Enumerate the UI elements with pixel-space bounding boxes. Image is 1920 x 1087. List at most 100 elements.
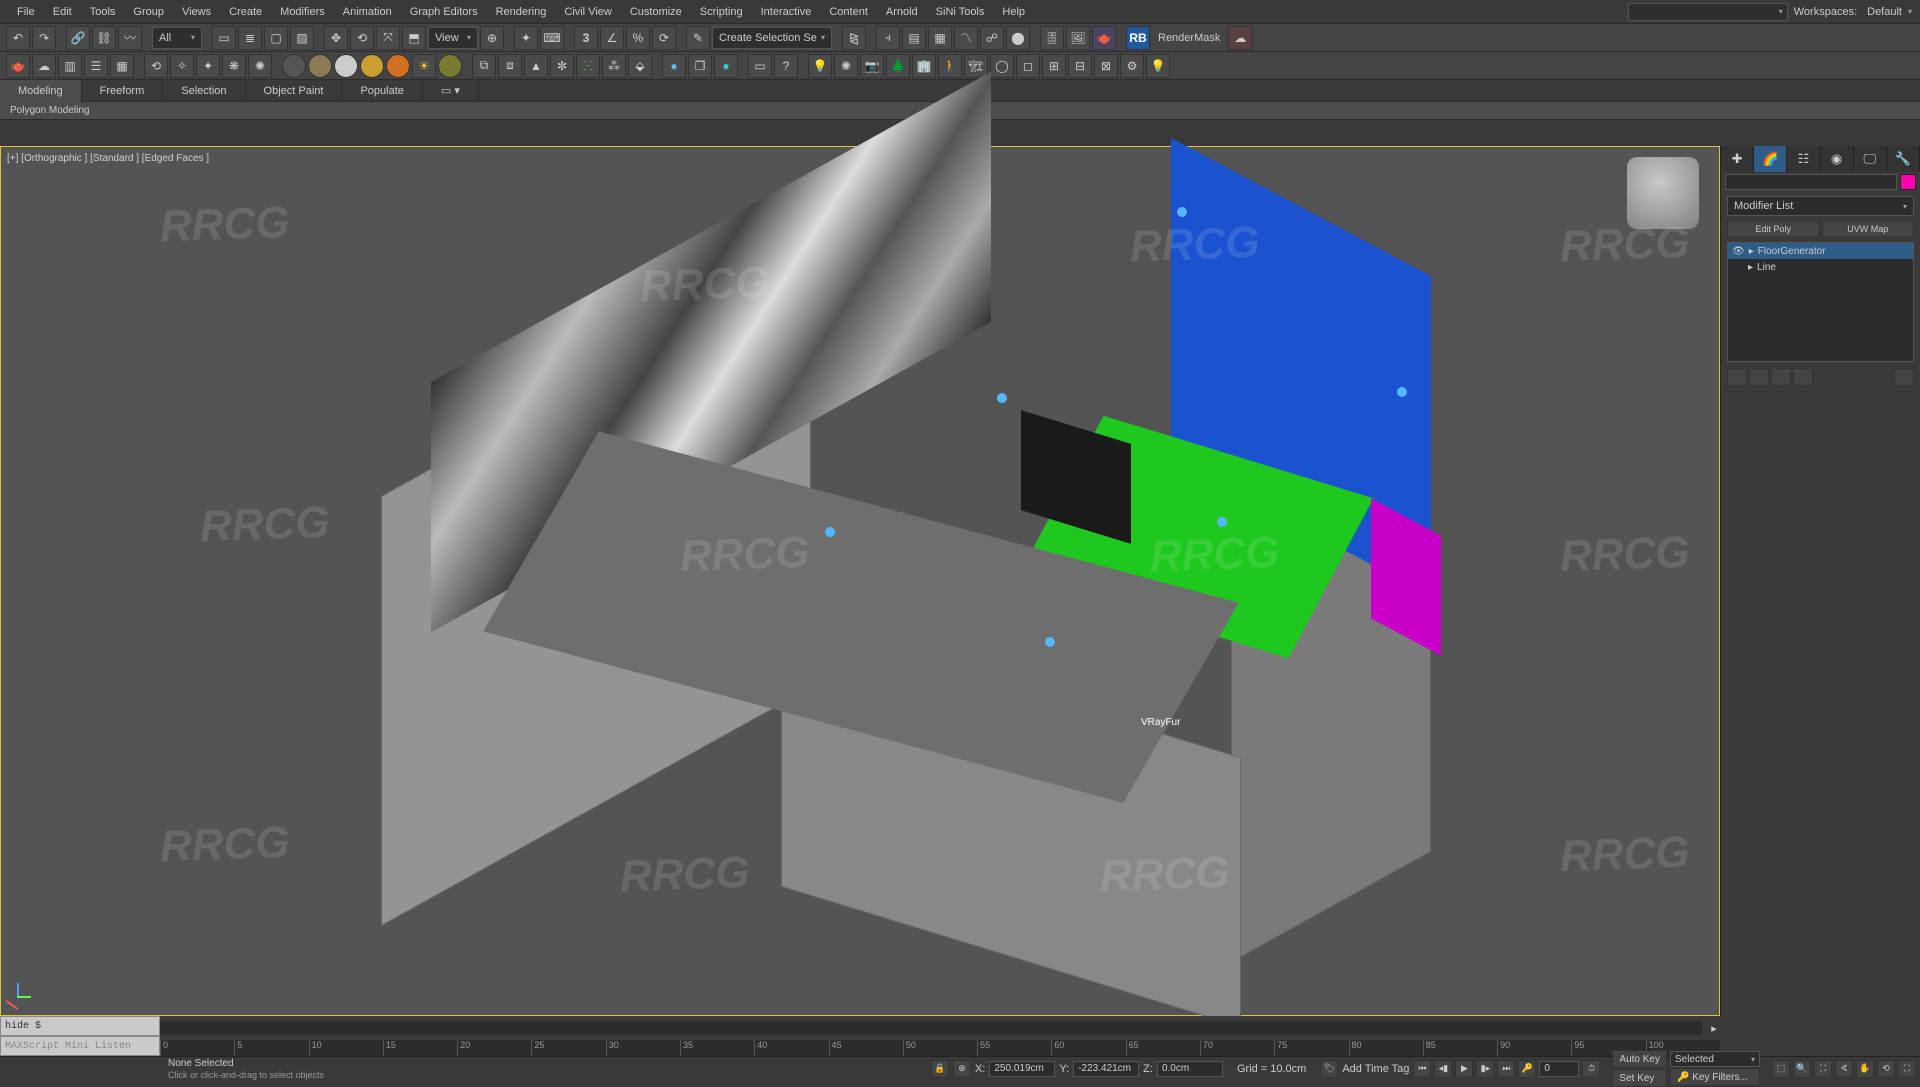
panel-icon[interactable]: ▥ <box>58 54 82 78</box>
isolate-icon[interactable]: ⬚ <box>1772 1060 1790 1078</box>
manipulate-button[interactable]: ✦ <box>514 26 538 50</box>
grid2-icon[interactable]: ⊠ <box>1094 54 1118 78</box>
tool-icon-8[interactable]: ⚙ <box>1120 54 1144 78</box>
tool-icon-2[interactable]: ✧ <box>170 54 194 78</box>
setkey-button[interactable]: Set Key <box>1612 1069 1667 1087</box>
redo-button[interactable]: ↷ <box>32 26 56 50</box>
render-button[interactable]: 🫖 <box>1092 26 1116 50</box>
help-icon[interactable]: ? <box>774 54 798 78</box>
render-mask-label[interactable]: RenderMask <box>1152 32 1226 44</box>
edit-named-sel-button[interactable]: ✎ <box>686 26 710 50</box>
ribbon-tab-populate[interactable]: Populate <box>342 80 422 102</box>
menu-graph-editors[interactable]: Graph Editors <box>401 1 487 23</box>
eye-icon[interactable]: 👁 <box>1732 246 1745 257</box>
tool-icon-5[interactable]: ✺ <box>248 54 272 78</box>
sphere-grey-icon[interactable] <box>282 54 306 78</box>
hierarchy-tab-icon[interactable]: ☷ <box>1787 146 1820 172</box>
sun-icon[interactable]: ☀ <box>412 54 436 78</box>
tool-icon-4[interactable]: ❋ <box>222 54 246 78</box>
light-icon[interactable]: 💡 <box>808 54 832 78</box>
menu-customize[interactable]: Customize <box>621 1 691 23</box>
show-end-result-icon[interactable] <box>1749 368 1769 386</box>
light2-icon[interactable]: ✺ <box>834 54 858 78</box>
object-color-swatch[interactable] <box>1900 174 1916 190</box>
orbit-icon[interactable]: ⟲ <box>1877 1060 1895 1078</box>
window-crossing-button[interactable]: ▨ <box>290 26 314 50</box>
menu-scripting[interactable]: Scripting <box>691 1 752 23</box>
camera-icon[interactable]: 📷 <box>860 54 884 78</box>
named-sel-dropdown[interactable]: Create Selection Se▾ <box>712 27 832 49</box>
key-filters-button[interactable]: 🔑 Key Filters... <box>1670 1068 1760 1086</box>
select-rect-button[interactable]: ▢ <box>264 26 288 50</box>
pan-icon[interactable]: ✋ <box>1856 1060 1874 1078</box>
spray-icon[interactable]: ✼ <box>550 54 574 78</box>
keyboard-shortcut-button[interactable]: ⌨ <box>540 26 564 50</box>
copy-icon[interactable]: ❐ <box>688 54 712 78</box>
tool-icon-6[interactable]: ⬙ <box>628 54 652 78</box>
structure-icon[interactable]: 🏗 <box>964 54 988 78</box>
sphere-tan-icon[interactable] <box>308 54 332 78</box>
utilities-tab-icon[interactable]: 🔧 <box>1887 146 1920 172</box>
select-object-button[interactable]: ▭ <box>212 26 236 50</box>
workspaces-value[interactable]: Default <box>1867 6 1902 18</box>
modify-tab-icon[interactable]: 🌈 <box>1754 146 1787 172</box>
mirror-button[interactable]: ⧎ <box>842 26 866 50</box>
building-icon[interactable]: 🏢 <box>912 54 936 78</box>
create-tab-icon[interactable]: ✚ <box>1721 146 1754 172</box>
max-viewport-icon[interactable]: ⛶ <box>1898 1060 1916 1078</box>
sphere-white-icon[interactable] <box>334 54 358 78</box>
menu-rendering[interactable]: Rendering <box>487 1 556 23</box>
workspace-search[interactable]: ▾ <box>1628 3 1788 21</box>
key-mode-icon[interactable]: 🔑 <box>1518 1060 1536 1078</box>
plus-box-icon[interactable]: ⊞ <box>1042 54 1066 78</box>
menu-sini-tools[interactable]: SiNi Tools <box>927 1 994 23</box>
menu-create[interactable]: Create <box>220 1 271 23</box>
sphere-orange-icon[interactable] <box>386 54 410 78</box>
uvw-map-button[interactable]: UVW Map <box>1822 220 1915 238</box>
timeline-right-arrow-icon[interactable]: ▸ <box>1708 1022 1720 1035</box>
cloud-icon[interactable]: ☁ <box>32 54 56 78</box>
rb-button[interactable]: RB <box>1126 26 1150 50</box>
snap-toggle-button[interactable]: 3 <box>574 26 598 50</box>
schematic-view-button[interactable]: ☍ <box>980 26 1004 50</box>
menu-arnold[interactable]: Arnold <box>877 1 927 23</box>
material-editor-button[interactable]: ⬤ <box>1006 26 1030 50</box>
edit-poly-button[interactable]: Edit Poly <box>1727 220 1820 238</box>
menu-help[interactable]: Help <box>993 1 1034 23</box>
key-filter-selected[interactable]: Selected▾ <box>1670 1051 1760 1067</box>
play-icon[interactable]: ▶ <box>1455 1060 1473 1078</box>
menu-civil-view[interactable]: Civil View <box>555 1 620 23</box>
list-icon[interactable]: ☰ <box>84 54 108 78</box>
lock-selection-icon[interactable]: 🔒 <box>931 1060 949 1078</box>
circle-icon[interactable]: ◯ <box>990 54 1014 78</box>
layer-explorer-button[interactable]: ▤ <box>902 26 926 50</box>
scatter-icon[interactable]: ⁂ <box>602 54 626 78</box>
move-button[interactable]: ✥ <box>324 26 348 50</box>
link-icon[interactable]: ⧉ <box>472 54 496 78</box>
menu-content[interactable]: Content <box>820 1 877 23</box>
menu-views[interactable]: Views <box>173 1 220 23</box>
viewport[interactable]: [+] [Orthographic ] [Standard ] [Edged F… <box>0 146 1720 1016</box>
node-icon[interactable]: ⊟ <box>1068 54 1092 78</box>
scale-button[interactable]: ⤧ <box>376 26 400 50</box>
pivot-button[interactable]: ⊕ <box>480 26 504 50</box>
prev-frame-icon[interactable]: ◂▮ <box>1434 1060 1452 1078</box>
sphere-dark-icon[interactable] <box>438 54 462 78</box>
align-button[interactable]: ⫞ <box>876 26 900 50</box>
tree-icon[interactable]: 🌲 <box>886 54 910 78</box>
y-coord-input[interactable]: -223.421cm <box>1073 1061 1139 1077</box>
autokey-button[interactable]: Auto Key <box>1612 1050 1667 1068</box>
remove-modifier-icon[interactable] <box>1793 368 1813 386</box>
z-coord-input[interactable]: 0.0cm <box>1157 1061 1223 1077</box>
dot-teal-icon[interactable]: ● <box>714 54 738 78</box>
add-time-tag-button[interactable]: Add Time Tag <box>1342 1063 1409 1075</box>
display-tab-icon[interactable]: 🖵 <box>1854 146 1887 172</box>
listener-prompt[interactable]: MAXScript Mini Listen <box>0 1036 160 1056</box>
stack-item-floorgenerator[interactable]: 👁▸FloorGenerator <box>1728 243 1913 259</box>
person-icon[interactable]: 🚶 <box>938 54 962 78</box>
modifier-stack[interactable]: 👁▸FloorGenerator ▸Line <box>1727 242 1914 362</box>
curve-editor-button[interactable]: 〽 <box>954 26 978 50</box>
chevron-down-icon[interactable]: ▾ <box>1908 7 1912 16</box>
zoom-all-icon[interactable]: ⛶ <box>1814 1060 1832 1078</box>
tool-icon-7[interactable]: ▭ <box>748 54 772 78</box>
